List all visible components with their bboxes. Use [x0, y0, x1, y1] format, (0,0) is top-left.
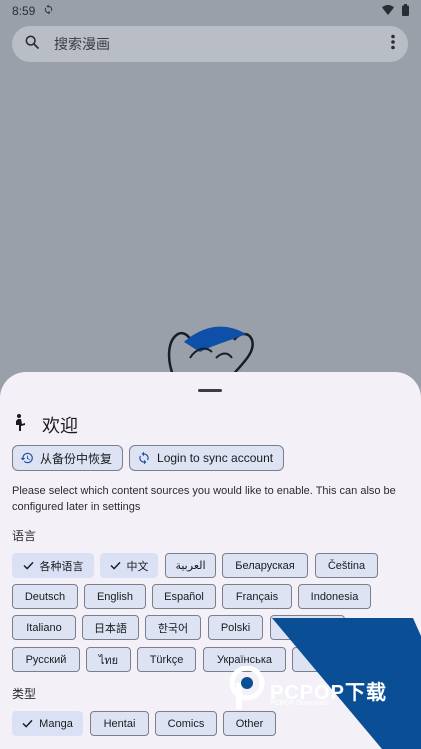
chip-lang-cs[interactable]: Čeština — [315, 553, 378, 578]
sources-description: Please select which content sources you … — [12, 485, 396, 513]
chip-label[interactable]: Hentai — [104, 718, 136, 730]
status-time: 8:59 — [12, 4, 36, 18]
chip-label[interactable]: العربية — [175, 559, 205, 572]
wifi-icon — [382, 4, 394, 18]
drag-handle[interactable] — [198, 389, 222, 392]
chip-type-comics[interactable]: Comics — [155, 711, 217, 736]
chip-lang-pt[interactable] — [270, 615, 345, 640]
chip-label[interactable]: Español — [164, 591, 204, 603]
chip-label[interactable]: 各种语言 — [40, 558, 84, 574]
chip-lang-pl[interactable]: Polski — [208, 615, 263, 640]
chip-label[interactable]: Čeština — [328, 560, 365, 572]
login-sync-button[interactable]: Login to sync account — [129, 445, 285, 471]
chip-label[interactable]: Polski — [221, 622, 250, 634]
chip-label[interactable]: Türkçe — [150, 654, 184, 666]
search-bar[interactable]: 搜索漫画 — [12, 26, 408, 62]
types-label: 类型 — [12, 687, 37, 701]
battery-icon — [402, 3, 409, 19]
person-walking-icon — [14, 413, 28, 437]
chip-lang-ko[interactable]: 한국어 — [145, 615, 201, 640]
check-icon — [22, 719, 33, 728]
chip-lang-en[interactable]: English — [84, 584, 146, 609]
chip-type-manga[interactable]: Manga — [12, 711, 83, 736]
welcome-header: 欢迎 — [14, 412, 78, 438]
action-row: 从备份中恢复 Login to sync account — [12, 445, 285, 471]
chip-lang-more[interactable] — [292, 647, 342, 672]
chip-lang-ar[interactable]: العربية — [165, 553, 216, 578]
chip-label[interactable]: 한국어 — [158, 620, 188, 636]
chip-lang-fr[interactable]: Français — [222, 584, 292, 609]
chip-lang-all[interactable]: 各种语言 — [12, 553, 94, 578]
chip-label[interactable]: Русский — [26, 654, 67, 666]
restore-icon — [20, 452, 33, 464]
chip-type-hentai[interactable]: Hentai — [90, 711, 149, 736]
chip-label[interactable]: Беларуская — [235, 560, 295, 572]
chip-lang-ja[interactable]: 日本語 — [82, 615, 139, 640]
chip-label[interactable]: Українська — [217, 654, 272, 666]
search-placeholder[interactable]: 搜索漫画 — [54, 34, 110, 54]
mascot-illustration — [160, 318, 260, 379]
restore-backup-button[interactable]: 从备份中恢复 — [12, 445, 124, 471]
chip-label[interactable]: Other — [236, 718, 264, 730]
chip-lang-th[interactable]: ไทย — [86, 647, 131, 672]
more-options-icon[interactable] — [390, 34, 396, 55]
chip-label[interactable]: Italiano — [26, 622, 61, 634]
chip-label[interactable]: Deutsch — [25, 591, 65, 603]
check-icon — [22, 561, 34, 570]
sync-icon — [139, 451, 149, 465]
status-bar: 8:59 — [0, 0, 421, 22]
chip-lang-ru[interactable]: Русский — [12, 647, 80, 672]
check-icon — [109, 561, 121, 570]
chip-lang-it[interactable]: Italiano — [12, 615, 76, 640]
restore-backup-label[interactable]: 从备份中恢复 — [40, 450, 112, 467]
chip-label[interactable]: Français — [236, 591, 278, 603]
chip-label[interactable]: Indonesia — [311, 591, 359, 603]
chip-lang-zh[interactable]: 中文 — [100, 553, 158, 578]
chip-label[interactable]: Manga — [39, 718, 73, 730]
chip-label[interactable]: Comics — [168, 718, 205, 730]
chip-label[interactable]: 日本語 — [94, 620, 127, 636]
chip-label[interactable]: English — [97, 591, 133, 603]
search-icon[interactable] — [24, 34, 40, 55]
chip-label[interactable]: ไทย — [99, 651, 118, 669]
chip-lang-id[interactable]: Indonesia — [298, 584, 371, 609]
languages-label: 语言 — [12, 529, 37, 543]
watermark-logo-icon — [228, 665, 266, 715]
welcome-title: 欢迎 — [42, 416, 78, 436]
chip-lang-be[interactable]: Беларуская — [222, 553, 308, 578]
login-sync-label[interactable]: Login to sync account — [157, 451, 273, 465]
sync-status-icon — [43, 4, 54, 18]
chip-lang-de[interactable]: Deutsch — [12, 584, 78, 609]
chip-lang-tr[interactable]: Türkçe — [137, 647, 196, 672]
chip-label[interactable]: 中文 — [127, 558, 149, 574]
watermark-sub: PCPOP Download — [270, 700, 328, 707]
chip-lang-es[interactable]: Español — [152, 584, 216, 609]
